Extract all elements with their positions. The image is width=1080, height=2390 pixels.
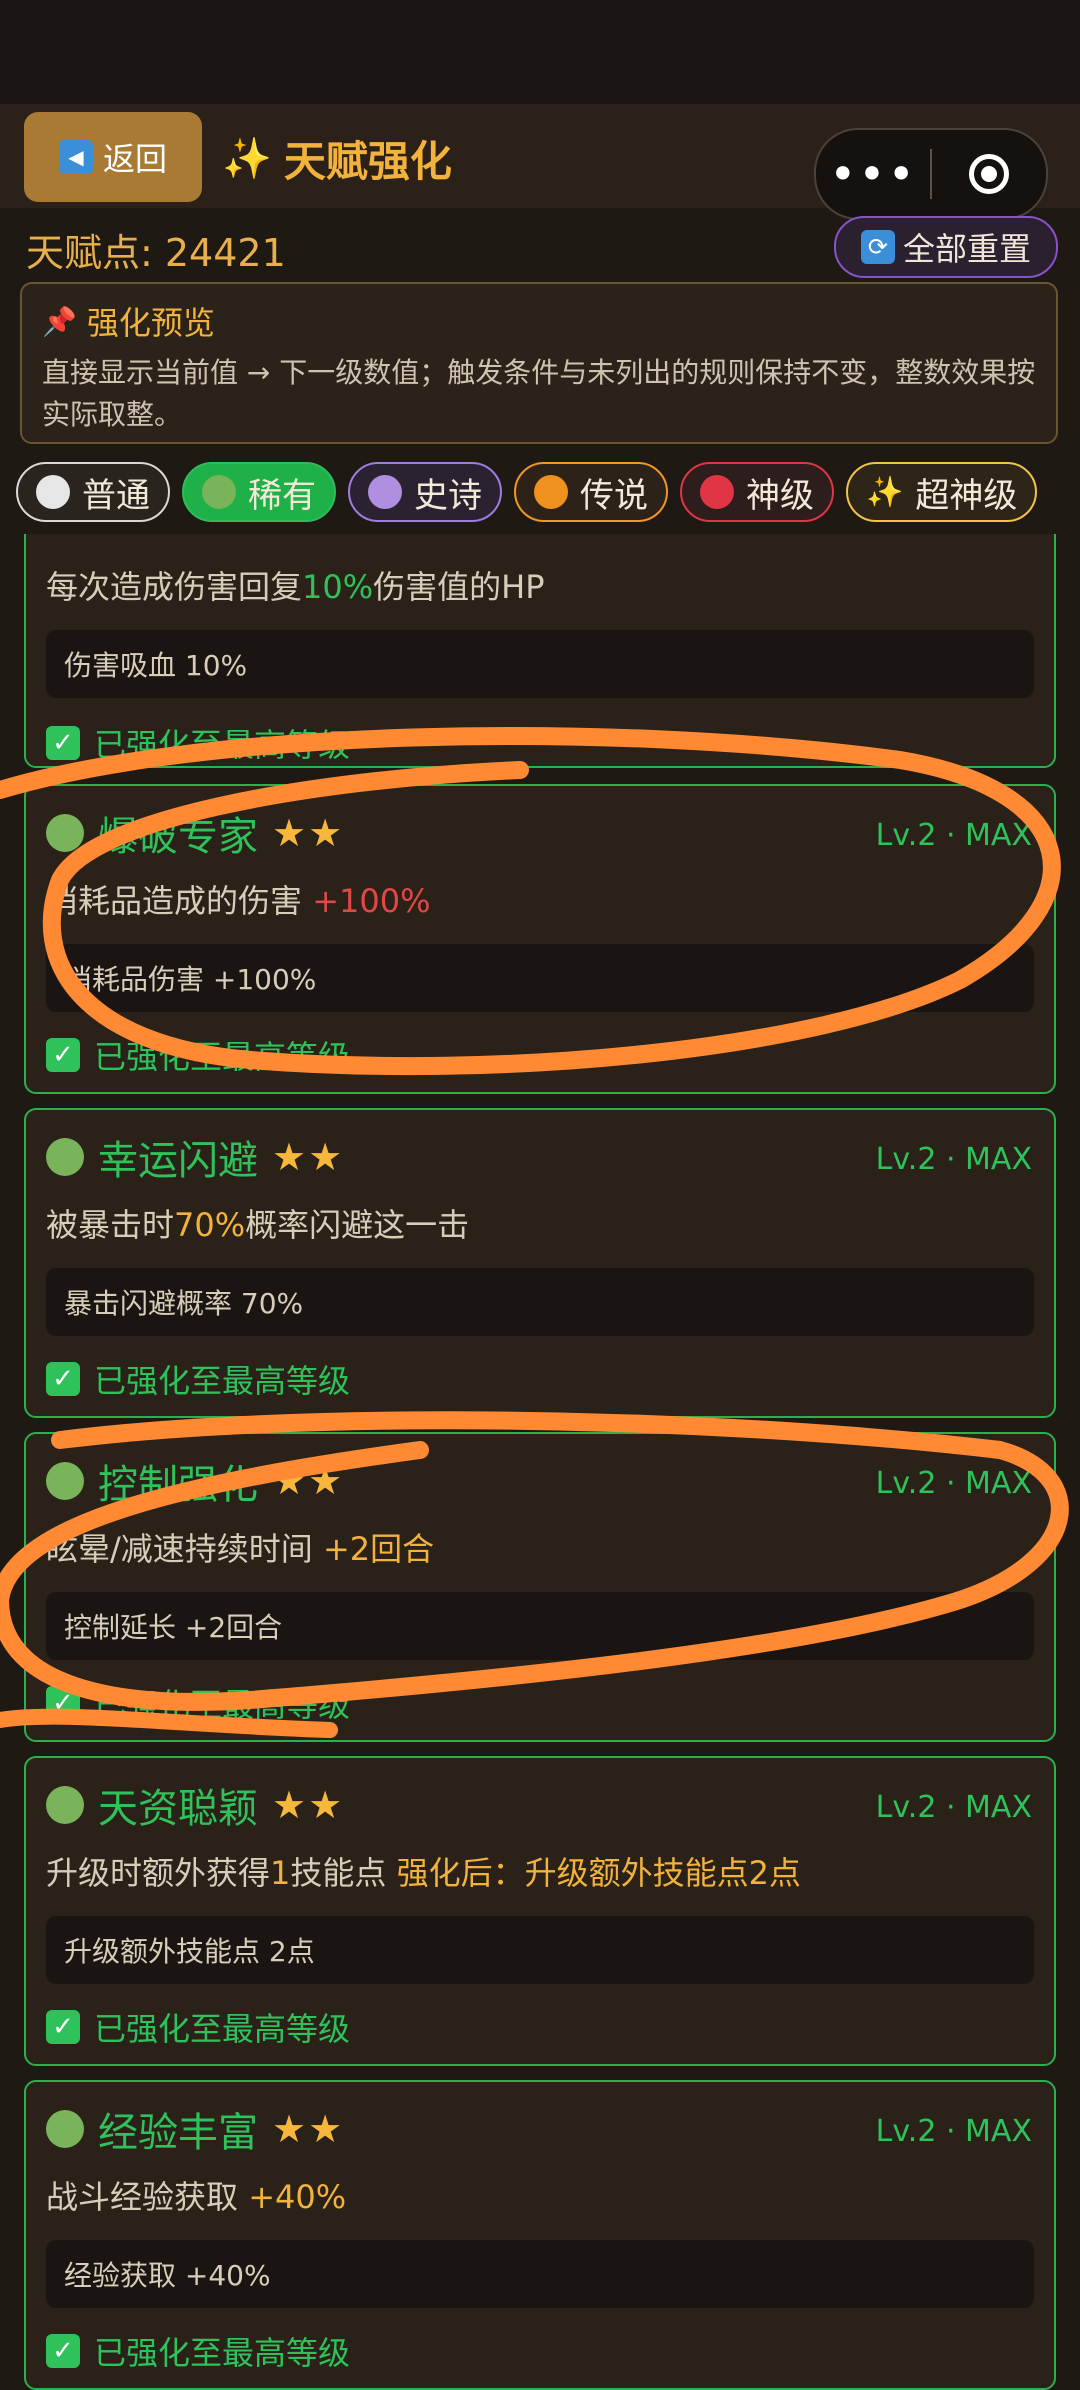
star-rating: ★★ [272,1135,345,1179]
filter-label: 传说 [580,475,648,516]
talent-stat: 升级额外技能点 2点 [46,1916,1034,1984]
filter-common[interactable]: 普通 [16,462,170,522]
preview-panel: 📌 强化预览 直接显示当前值 → 下一级数值；触发条件与未列出的规则保持不变，整… [20,282,1058,444]
checkmark-icon: ✓ [46,1362,80,1396]
green-dot-icon [202,475,236,509]
talent-card[interactable]: 幸运闪避 ★★ Lv.2 · MAX 被暴击时70%概率闪避这一击 暴击闪避概率… [24,1108,1056,1418]
page-title: ✨ 天赋强化 [222,128,452,189]
back-label: 返回 [102,140,167,178]
white-dot-icon [36,475,70,509]
sparkle-icon: ✨ [866,474,904,510]
talent-card: 每次造成伤害回复10%伤害值的HP 伤害吸血 10% ✓ 已强化至最高等级 [24,534,1056,768]
filter-label: 神级 [746,475,814,516]
close-miniprogram-button[interactable] [932,154,1046,194]
star-rating: ★★ [272,811,345,855]
rarity-dot-icon [46,814,84,852]
talent-stat: 伤害吸血 10% [46,630,1034,698]
filter-rare[interactable]: 稀有 [182,462,336,522]
talent-effect: 消耗品造成的伤害 +100% [46,882,431,920]
star-rating: ★★ [272,1783,345,1827]
talent-points: 天赋点: 24421 [26,231,286,275]
rarity-dot-icon [46,1462,84,1500]
filter-super-god[interactable]: ✨ 超神级 [846,462,1038,522]
talent-card[interactable]: 天资聪颖 ★★ Lv.2 · MAX 升级时额外获得1技能点 强化后：升级额外技… [24,1756,1056,2066]
rarity-dot-icon [46,1786,84,1824]
talent-level: Lv.2 · MAX [875,1790,1032,1825]
star-rating: ★★ [272,2107,345,2151]
talent-effect: 战斗经验获取 +40% [46,2178,347,2216]
more-options-button[interactable]: ••• [816,151,930,197]
talent-header: 控制强化 ★★ [46,1452,344,1510]
sparkle-icon: ✨ [222,136,272,182]
left-triangle-icon: ◀ [58,140,93,174]
checkmark-icon: ✓ [46,1038,80,1072]
talent-effect: 眩晕/减速持续时间 +2回合 [46,1530,435,1568]
pin-icon: 📌 [42,304,77,338]
talent-header: 经验丰富 ★★ [46,2100,344,2158]
rarity-filter-bar: 普通 稀有 史诗 传说 神级 ✨ 超神级 [16,462,1038,526]
talent-card[interactable]: 爆破专家 ★★ Lv.2 · MAX 消耗品造成的伤害 +100% 消耗品伤害 … [24,784,1056,1094]
target-icon [969,154,1009,194]
talent-header: 爆破专家 ★★ [46,804,344,862]
filter-label: 普通 [82,475,150,516]
maxed-status: ✓ 已强化至最高等级 [46,2004,350,2050]
talent-card[interactable]: 控制强化 ★★ Lv.2 · MAX 眩晕/减速持续时间 +2回合 控制延长 +… [24,1432,1056,1742]
talent-name: 天资聪颖 [98,1786,258,1832]
maxed-status: ✓ 已强化至最高等级 [46,720,350,766]
reset-all-label: 全部重置 [902,230,1031,268]
red-dot-icon [700,475,734,509]
talent-card[interactable]: 经验丰富 ★★ Lv.2 · MAX 战斗经验获取 +40% 经验获取 +40%… [24,2080,1056,2390]
maxed-status: ✓ 已强化至最高等级 [46,2328,350,2374]
talent-effect: 每次造成伤害回复10%伤害值的HP [46,568,545,606]
orange-dot-icon [534,475,568,509]
talent-level: Lv.2 · MAX [875,1142,1032,1177]
rarity-dot-icon [46,1138,84,1176]
filter-label: 史诗 [414,475,482,516]
filter-legendary[interactable]: 传说 [514,462,668,522]
checkmark-icon: ✓ [46,2334,80,2368]
talent-stat: 消耗品伤害 +100% [46,944,1034,1012]
miniprogram-capsule: ••• [814,128,1048,220]
page-title-text: 天赋强化 [283,137,452,186]
checkmark-icon: ✓ [46,2010,80,2044]
talent-effect: 被暴击时70%概率闪避这一击 [46,1206,470,1244]
preview-title-text: 强化预览 [86,304,215,342]
filter-label: 超神级 [915,475,1018,516]
talent-effect: 升级时额外获得1技能点 强化后：升级额外技能点2点 [46,1854,801,1892]
talent-name: 控制强化 [98,1462,258,1508]
talent-header: 天资聪颖 ★★ [46,1776,344,1834]
maxed-status: ✓ 已强化至最高等级 [46,1680,350,1726]
talent-level: Lv.2 · MAX [875,818,1032,853]
checkmark-icon: ✓ [46,1686,80,1720]
talent-stat: 暴击闪避概率 70% [46,1268,1034,1336]
star-rating: ★★ [272,1459,345,1503]
back-button[interactable]: ◀ 返回 [24,112,202,202]
talent-name: 经验丰富 [98,2110,258,2156]
talent-name: 爆破专家 [98,814,258,860]
refresh-icon: ⟳ [860,230,895,264]
talent-name: 幸运闪避 [98,1138,258,1184]
talent-stat: 经验获取 +40% [46,2240,1034,2308]
talent-level: Lv.2 · MAX [875,2114,1032,2149]
maxed-status: ✓ 已强化至最高等级 [46,1356,350,1402]
checkmark-icon: ✓ [46,726,80,760]
maxed-status: ✓ 已强化至最高等级 [46,1032,350,1078]
filter-epic[interactable]: 史诗 [348,462,502,522]
talent-header: 幸运闪避 ★★ [46,1128,344,1186]
filter-label: 稀有 [248,475,316,516]
rarity-dot-icon [46,2110,84,2148]
preview-description: 直接显示当前值 → 下一级数值；触发条件与未列出的规则保持不变，整数效果按实际取… [42,356,1036,431]
purple-dot-icon [368,475,402,509]
talent-level: Lv.2 · MAX [875,1466,1032,1501]
reset-all-button[interactable]: ⟳ 全部重置 [834,216,1058,278]
talent-stat: 控制延长 +2回合 [46,1592,1034,1660]
filter-god[interactable]: 神级 [680,462,834,522]
talent-list[interactable]: 每次造成伤害回复10%伤害值的HP 伤害吸血 10% ✓ 已强化至最高等级 爆破… [0,534,1080,2390]
status-bar [0,0,1080,104]
preview-title: 📌 强化预览 [42,298,1036,344]
